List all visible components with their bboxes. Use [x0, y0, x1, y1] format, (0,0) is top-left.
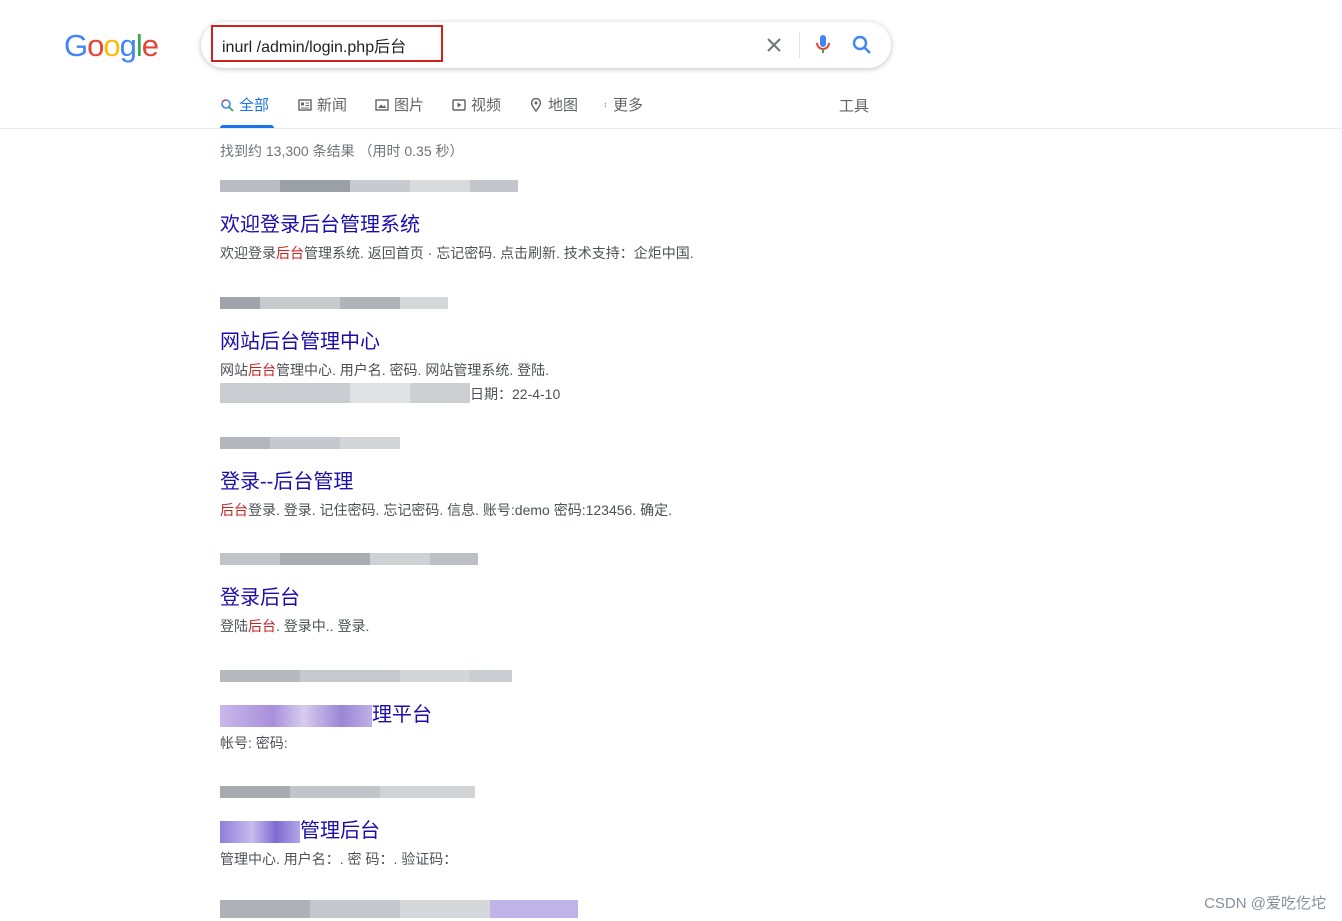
more-vert-icon — [604, 102, 606, 108]
header-divider — [0, 128, 1342, 129]
result-meta: 日期：22-4-10 — [220, 383, 840, 405]
result-snippet: 帐号: 密码: — [220, 735, 288, 751]
tools-button[interactable]: 工具 — [839, 95, 869, 116]
search-result — [220, 900, 840, 918]
logo-letter: o — [87, 28, 104, 63]
search-result: 登录--后台管理 后台登录. 登录. 记住密码. 忘记密码. 信息. 账号:de… — [220, 437, 840, 521]
blurred-url — [220, 180, 520, 192]
search-result: 理平台 帐号: 密码: — [220, 670, 840, 754]
google-logo[interactable]: Google — [64, 28, 159, 64]
news-icon — [298, 99, 312, 111]
search-icon — [221, 99, 234, 112]
microphone-icon[interactable] — [811, 32, 835, 56]
blurred-url — [220, 670, 512, 682]
tab-images[interactable]: 图片 — [375, 94, 424, 128]
tab-label: 全部 — [239, 97, 270, 114]
tab-more[interactable]: 更多 — [604, 94, 643, 128]
image-icon — [375, 99, 389, 111]
result-title-visible: 理平台 — [372, 704, 432, 726]
tab-label: 视频 — [471, 97, 502, 114]
result-snippet: 登陆后台. 登录中.. 登录. — [220, 618, 370, 634]
search-box-divider — [799, 32, 800, 58]
search-result: 登录后台 登陆后台. 登录中.. 登录. — [220, 553, 840, 637]
tab-videos[interactable]: 视频 — [452, 94, 501, 128]
search-icon[interactable] — [850, 33, 874, 57]
tab-label: 更多 — [613, 97, 644, 114]
result-snippet: 欢迎登录后台管理系统. 返回首页 · 忘记密码. 点击刷新. 技术支持：企炬中国… — [220, 245, 694, 261]
tab-maps[interactable]: 地图 — [529, 94, 578, 128]
logo-letter: g — [119, 28, 137, 63]
tab-label: 新闻 — [317, 97, 348, 114]
blurred-url — [220, 786, 475, 798]
search-query-text[interactable]: inurl /admin/login.php后台 — [222, 33, 406, 57]
blurred-url — [220, 297, 448, 309]
tab-news[interactable]: 新闻 — [298, 94, 347, 128]
search-result: 网站后台管理中心 网站后台管理中心. 用户名. 密码. 网站管理系统. 登陆. … — [220, 297, 840, 405]
result-title-link[interactable]: 登录--后台管理 — [220, 469, 840, 495]
logo-letter: o — [103, 28, 120, 63]
tab-all[interactable]: 全部 — [220, 94, 274, 128]
blurred-url — [220, 437, 400, 449]
search-result: 管理后台 管理中心. 用户名：. 密 码：. 验证码： — [220, 786, 840, 870]
result-stats: 找到约 13,300 条结果 （用时 0.35 秒） — [220, 143, 464, 159]
close-icon[interactable] — [762, 33, 786, 57]
result-snippet: 管理中心. 用户名：. 密 码：. 验证码： — [220, 851, 458, 867]
logo-letter: G — [64, 28, 88, 63]
video-icon — [452, 99, 466, 111]
result-title-link[interactable]: 网站后台管理中心 — [220, 329, 840, 355]
result-date: 日期：22-4-10 — [470, 386, 561, 402]
result-title-link[interactable]: 登录后台 — [220, 585, 840, 611]
blurred-url — [220, 553, 478, 565]
result-title-visible: 管理后台 — [300, 820, 380, 842]
result-title-link[interactable]: 理平台 — [220, 702, 840, 728]
result-snippet: 后台登录. 登录. 记住密码. 忘记密码. 信息. 账号:demo 密码:123… — [220, 502, 672, 518]
result-title-link[interactable]: 欢迎登录后台管理系统 — [220, 212, 840, 238]
watermark: CSDN @爱吃仡坨 — [1204, 895, 1326, 912]
search-result: 欢迎登录后台管理系统 欢迎登录后台管理系统. 返回首页 · 忘记密码. 点击刷新… — [220, 180, 840, 264]
map-pin-icon — [530, 98, 542, 112]
result-snippet: 网站后台管理中心. 用户名. 密码. 网站管理系统. 登陆. — [220, 362, 550, 378]
logo-letter: e — [141, 28, 159, 63]
blurred-url — [220, 900, 578, 918]
tab-label: 地图 — [548, 97, 579, 114]
tab-label: 图片 — [394, 97, 425, 114]
result-title-link[interactable]: 管理后台 — [220, 818, 840, 844]
search-tabs: 全部 新闻 图片 视频 地图 更多 — [220, 94, 880, 128]
